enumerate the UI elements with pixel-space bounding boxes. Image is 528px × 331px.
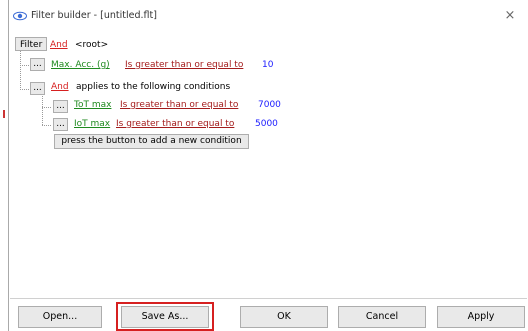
condition-menu-button[interactable]: ... bbox=[53, 118, 68, 131]
condition-field-link[interactable]: ToT max bbox=[74, 98, 111, 112]
tree-connector bbox=[42, 96, 43, 125]
root-operator-link[interactable]: And bbox=[50, 38, 68, 52]
filter-button[interactable]: Filter bbox=[15, 37, 48, 51]
edge-mark bbox=[3, 110, 5, 118]
title-bar: Filter builder - [untitled.flt] × bbox=[9, 0, 528, 32]
ok-button[interactable]: OK bbox=[240, 306, 328, 328]
filter-tree: Filter And <root> ... Max. Acc. (g) Is g… bbox=[10, 34, 527, 296]
eye-icon bbox=[13, 11, 27, 21]
cancel-button[interactable]: Cancel bbox=[338, 306, 426, 328]
apply-button-label: Apply bbox=[467, 311, 495, 322]
ok-button-label: OK bbox=[277, 311, 291, 322]
condition-field-link[interactable]: IoT max bbox=[74, 117, 110, 131]
condition-menu-button[interactable]: ... bbox=[53, 100, 68, 113]
condition-operator-link[interactable]: Is greater than or equal to bbox=[116, 117, 234, 131]
tree-connector bbox=[20, 51, 21, 90]
tree-connector bbox=[20, 89, 29, 90]
tree-connector bbox=[42, 107, 51, 108]
condition-field-link[interactable]: Max. Acc. (g) bbox=[51, 58, 110, 72]
apply-button[interactable]: Apply bbox=[437, 306, 525, 328]
cancel-button-label: Cancel bbox=[365, 311, 399, 322]
open-button[interactable]: Open... bbox=[18, 306, 102, 328]
condition-value[interactable]: 5000 bbox=[255, 117, 278, 131]
condition-value[interactable]: 10 bbox=[262, 58, 273, 72]
tree-connector bbox=[20, 65, 29, 66]
group-label: applies to the following conditions bbox=[76, 82, 231, 92]
filter-builder-window: Filter builder - [untitled.flt] × Filter… bbox=[0, 0, 528, 331]
root-label: <root> bbox=[75, 40, 109, 50]
add-condition-button[interactable]: press the button to add a new condition bbox=[54, 134, 249, 149]
window-title: Filter builder - [untitled.flt] bbox=[31, 10, 157, 21]
tree-connector bbox=[42, 125, 51, 126]
group-operator-link[interactable]: And bbox=[51, 80, 69, 94]
close-icon[interactable]: × bbox=[502, 8, 518, 24]
footer-separator bbox=[10, 298, 527, 299]
save-as-highlight bbox=[116, 302, 214, 331]
condition-menu-button[interactable]: ... bbox=[30, 58, 45, 71]
condition-operator-link[interactable]: Is greater than or equal to bbox=[120, 98, 238, 112]
group-menu-button[interactable]: ... bbox=[30, 82, 45, 95]
condition-operator-link[interactable]: Is greater than or equal to bbox=[125, 58, 243, 72]
open-button-label: Open... bbox=[42, 311, 78, 322]
condition-value[interactable]: 7000 bbox=[258, 98, 281, 112]
